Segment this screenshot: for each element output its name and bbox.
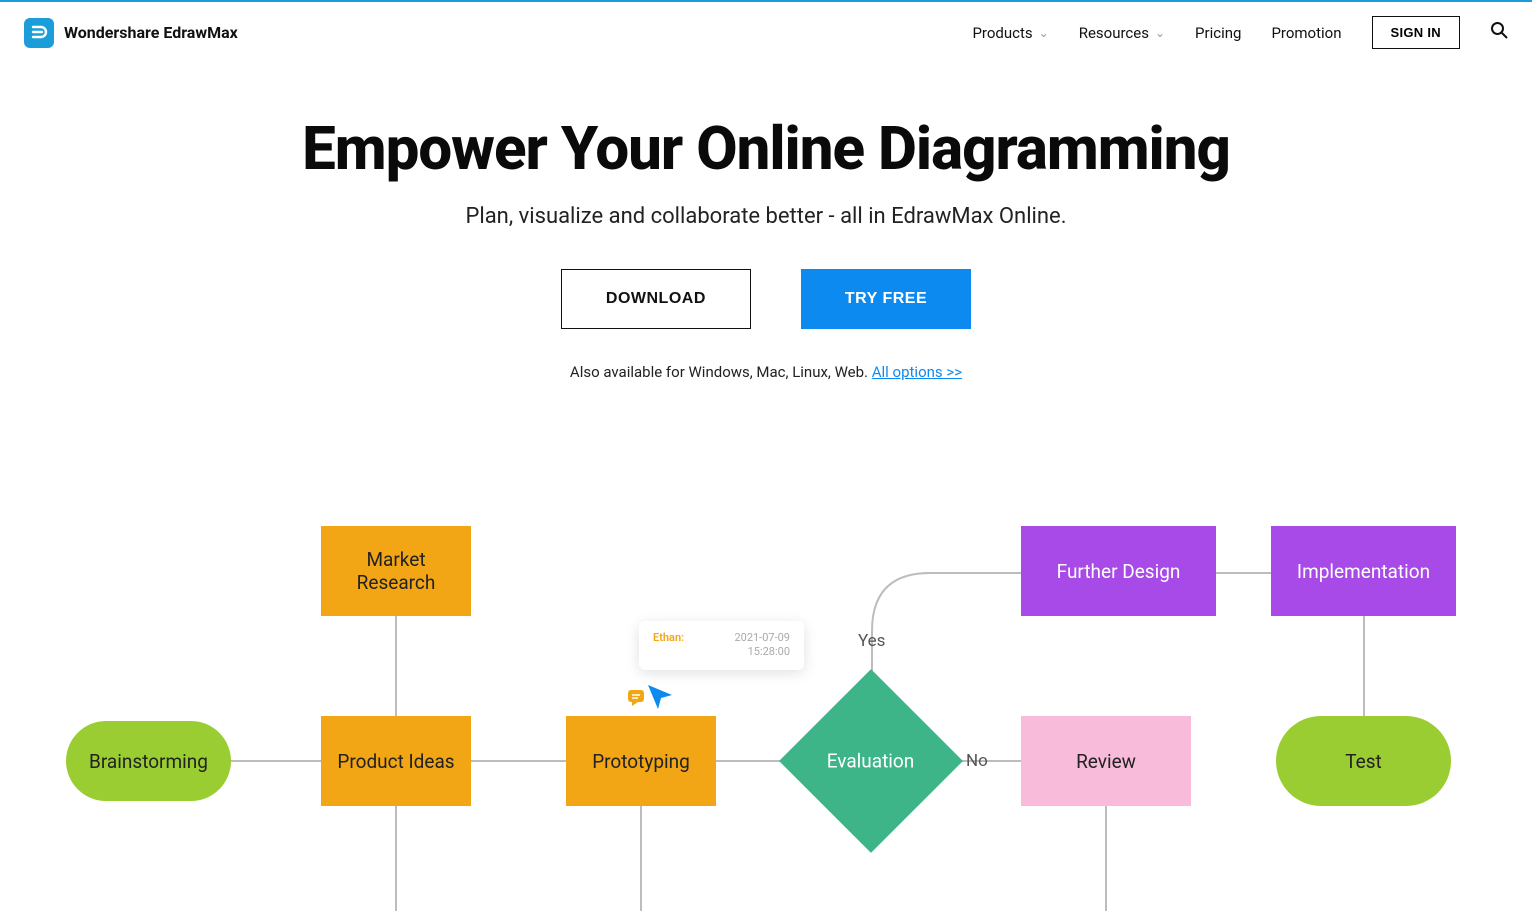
node-product-ideas: Product Ideas	[321, 716, 471, 806]
brand-name: Wondershare EdrawMax	[64, 23, 238, 42]
node-review: Review	[1021, 716, 1191, 806]
diagram-connectors	[46, 471, 1486, 911]
cursor-pointer-icon	[644, 681, 676, 717]
chevron-down-icon: ⌄	[1155, 26, 1165, 40]
node-market-research: Market Research	[321, 526, 471, 616]
hero-subtitle: Plan, visualize and collaborate better -…	[20, 204, 1512, 229]
node-implementation: Implementation	[1271, 526, 1456, 616]
edge-label-yes: Yes	[858, 631, 885, 651]
nav-pricing[interactable]: Pricing	[1195, 24, 1241, 42]
availability-text: Also available for Windows, Mac, Linux, …	[20, 363, 1512, 381]
main-nav: Products ⌄ Resources ⌄ Pricing Promotion…	[972, 16, 1508, 49]
nav-resources[interactable]: Resources ⌄	[1079, 24, 1165, 42]
node-brainstorming: Brainstorming	[66, 721, 231, 801]
node-further-design: Further Design	[1021, 526, 1216, 616]
download-button[interactable]: DOWNLOAD	[561, 269, 751, 329]
node-test: Test	[1276, 716, 1451, 806]
cta-row: DOWNLOAD TRY FREE	[20, 269, 1512, 329]
nav-products[interactable]: Products ⌄	[972, 24, 1048, 42]
node-prototyping: Prototyping	[566, 716, 716, 806]
node-evaluation: Evaluation	[779, 669, 963, 853]
signin-button[interactable]: SIGN IN	[1372, 16, 1461, 49]
nav-promotion[interactable]: Promotion	[1271, 24, 1341, 42]
search-icon[interactable]	[1490, 21, 1508, 44]
hero-diagram: Brainstorming Market Research Product Id…	[46, 471, 1486, 911]
chevron-down-icon: ⌄	[1039, 26, 1049, 40]
brand[interactable]: Wondershare EdrawMax	[24, 18, 238, 48]
comment-author: Ethan:	[653, 631, 684, 644]
hero-title: Empower Your Online Diagramming	[20, 113, 1512, 184]
comment-card: Ethan: 2021-07-0915:28:00	[639, 621, 804, 670]
comment-meta: 2021-07-0915:28:00	[734, 631, 790, 660]
hero-section: Empower Your Online Diagramming Plan, vi…	[0, 63, 1532, 401]
try-free-button[interactable]: TRY FREE	[801, 269, 971, 329]
edge-label-no: No	[966, 751, 988, 771]
all-options-link[interactable]: All options >>	[872, 363, 962, 381]
brand-logo-icon	[24, 18, 54, 48]
top-bar: Wondershare EdrawMax Products ⌄ Resource…	[0, 0, 1532, 63]
